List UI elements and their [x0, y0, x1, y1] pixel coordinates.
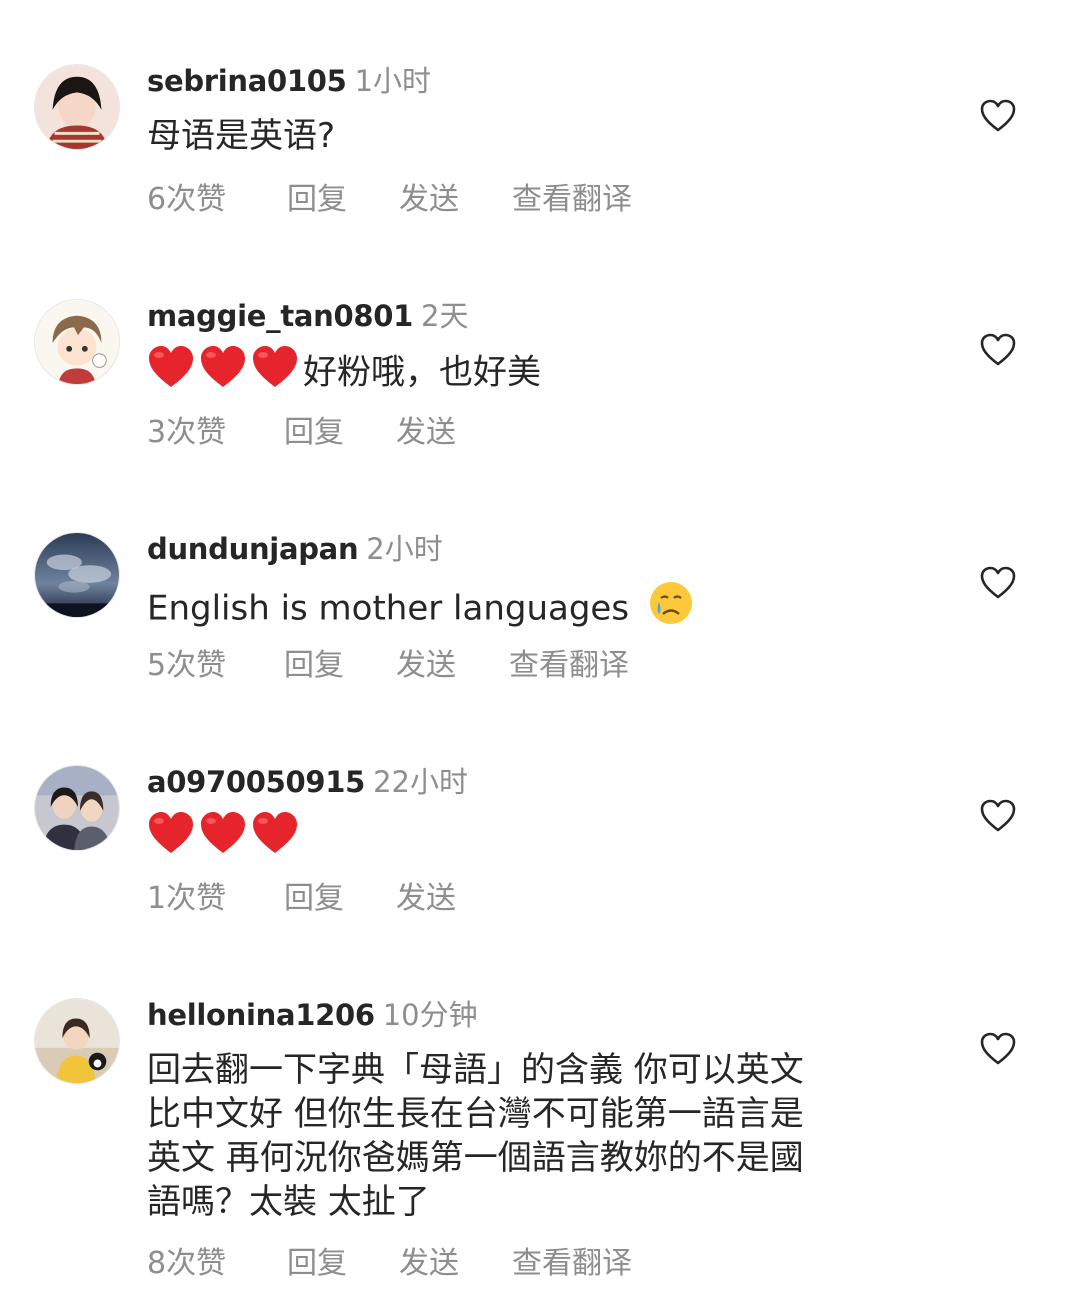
heart-outline-icon	[980, 1032, 1016, 1065]
comment-header: sebrina0105 1小时	[147, 64, 431, 98]
timestamp: 2小时	[366, 532, 443, 566]
like-button[interactable]	[978, 563, 1018, 603]
timestamp: 10分钟	[382, 998, 478, 1032]
comment-text: 好粉哦，也好美	[303, 352, 541, 393]
crying-face-emoji	[648, 580, 694, 637]
reply-button[interactable]: 回复	[284, 413, 344, 453]
comment-text-line: 語嗎？太裝 太扯了	[147, 1182, 430, 1222]
red-heart-emoji	[147, 345, 195, 400]
comment-text: English is mother languages	[147, 588, 630, 629]
avatar[interactable]	[34, 998, 120, 1084]
heart-outline-icon	[980, 99, 1016, 132]
red-heart-emoji	[251, 811, 299, 866]
avatar-image	[35, 65, 119, 149]
avatar-image	[35, 999, 119, 1083]
timestamp: 2天	[421, 299, 469, 333]
username[interactable]: maggie_tan0801	[147, 299, 413, 333]
send-button[interactable]: 发送	[399, 180, 459, 220]
avatar-image	[35, 766, 119, 850]
red-heart-emoji	[251, 345, 299, 400]
like-count[interactable]: 1次赞	[147, 879, 226, 919]
like-count[interactable]: 8次赞	[147, 1244, 226, 1284]
username[interactable]: sebrina0105	[147, 64, 347, 98]
comment-text-row: English is mother languages	[147, 580, 917, 637]
reply-button[interactable]: 回复	[287, 1244, 347, 1284]
send-button[interactable]: 发送	[396, 413, 456, 453]
red-heart-emoji	[199, 811, 247, 866]
comment-text: 母语是英语?	[147, 116, 336, 156]
timestamp: 1小时	[354, 64, 432, 98]
timestamp: 22小时	[373, 765, 468, 799]
avatar[interactable]	[34, 64, 120, 150]
comment-text-row: 好粉哦，也好美	[147, 345, 917, 400]
send-button[interactable]: 发送	[399, 1244, 459, 1284]
username[interactable]: hellonina1206	[147, 998, 375, 1032]
comment-header: hellonina1206 10分钟	[147, 998, 478, 1032]
see-translation-button[interactable]: 查看翻译	[509, 646, 629, 686]
heart-outline-icon	[980, 333, 1016, 366]
red-heart-emoji	[147, 811, 195, 866]
like-button[interactable]	[978, 1029, 1018, 1069]
avatar[interactable]	[34, 765, 120, 851]
comment-text-line: 回去翻一下字典「母語」的含義 你可以英文	[147, 1050, 804, 1090]
reply-button[interactable]: 回复	[284, 646, 344, 686]
avatar[interactable]	[34, 532, 120, 618]
like-button[interactable]	[978, 330, 1018, 370]
avatar-image	[35, 533, 119, 617]
avatar[interactable]	[34, 299, 120, 385]
heart-outline-icon	[980, 566, 1016, 599]
comment-header: a0970050915 22小时	[147, 765, 468, 799]
like-count[interactable]: 6次赞	[147, 180, 226, 220]
username[interactable]: dundunjapan	[147, 532, 359, 566]
red-heart-emoji	[199, 345, 247, 400]
comment-header: maggie_tan0801 2天	[147, 299, 468, 333]
like-button[interactable]	[978, 796, 1018, 836]
comment-text-line: 英文 再何況你爸媽第一個語言教妳的不是國	[147, 1138, 804, 1178]
see-translation-button[interactable]: 查看翻译	[512, 1244, 632, 1284]
reply-button[interactable]: 回复	[287, 180, 347, 220]
username[interactable]: a0970050915	[147, 765, 365, 799]
like-button[interactable]	[978, 96, 1018, 136]
like-count[interactable]: 3次赞	[147, 413, 226, 453]
comment-header: dundunjapan 2小时	[147, 532, 443, 566]
reply-button[interactable]: 回复	[284, 879, 344, 919]
like-count[interactable]: 5次赞	[147, 646, 226, 686]
comment-text-row	[147, 811, 917, 866]
send-button[interactable]: 发送	[396, 879, 456, 919]
comment-text: 回去翻一下字典「母語」的含義 你可以英文 比中文好 但你生長在台灣不可能第一語言…	[147, 1048, 947, 1224]
avatar-image	[35, 300, 119, 384]
send-button[interactable]: 发送	[396, 646, 456, 686]
comment-text-line: 比中文好 但你生長在台灣不可能第一語言是	[147, 1094, 804, 1134]
see-translation-button[interactable]: 查看翻译	[512, 180, 632, 220]
heart-outline-icon	[980, 799, 1016, 832]
